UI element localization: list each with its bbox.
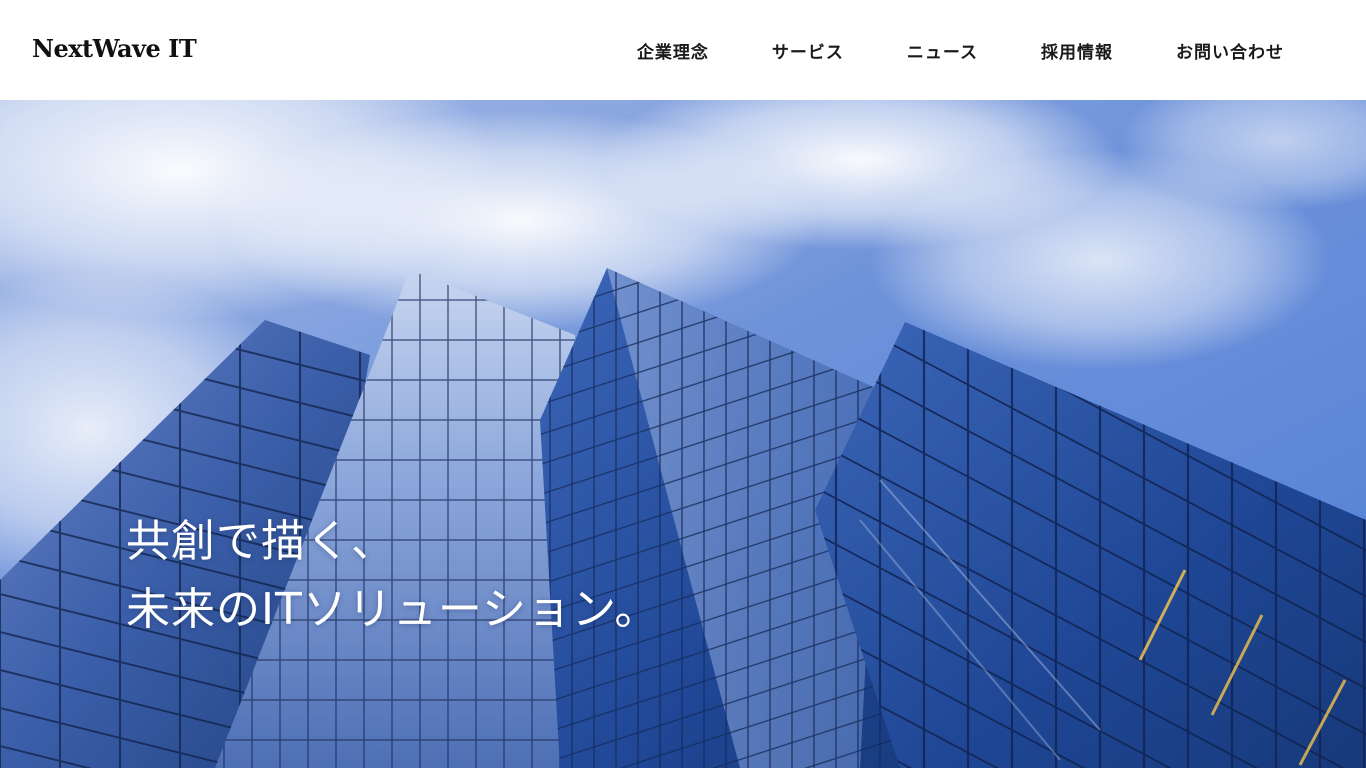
- site-logo[interactable]: NextWave IT: [32, 33, 197, 65]
- site-header: NextWave IT 企業理念 サービス ニュース 採用情報 お問い合わせ: [0, 0, 1366, 100]
- main-nav: 企業理念 サービス ニュース 採用情報 お問い合わせ: [637, 0, 1284, 100]
- nav-item-careers[interactable]: 採用情報: [1041, 38, 1113, 63]
- hero-section: 共創で描く、 未来のITソリューション。: [0, 100, 1366, 768]
- hero-image: [0, 100, 1366, 768]
- hero-headline-line1: 共創で描く、: [126, 516, 396, 567]
- hero-headline-line2: 未来のITソリューション。: [126, 584, 660, 635]
- nav-item-news[interactable]: ニュース: [907, 38, 978, 63]
- nav-item-philosophy[interactable]: 企業理念: [637, 38, 709, 63]
- hero-headline: 共創で描く、 未来のITソリューション。: [126, 508, 659, 644]
- nav-item-services[interactable]: サービス: [772, 38, 844, 63]
- nav-item-contact[interactable]: お問い合わせ: [1176, 38, 1284, 63]
